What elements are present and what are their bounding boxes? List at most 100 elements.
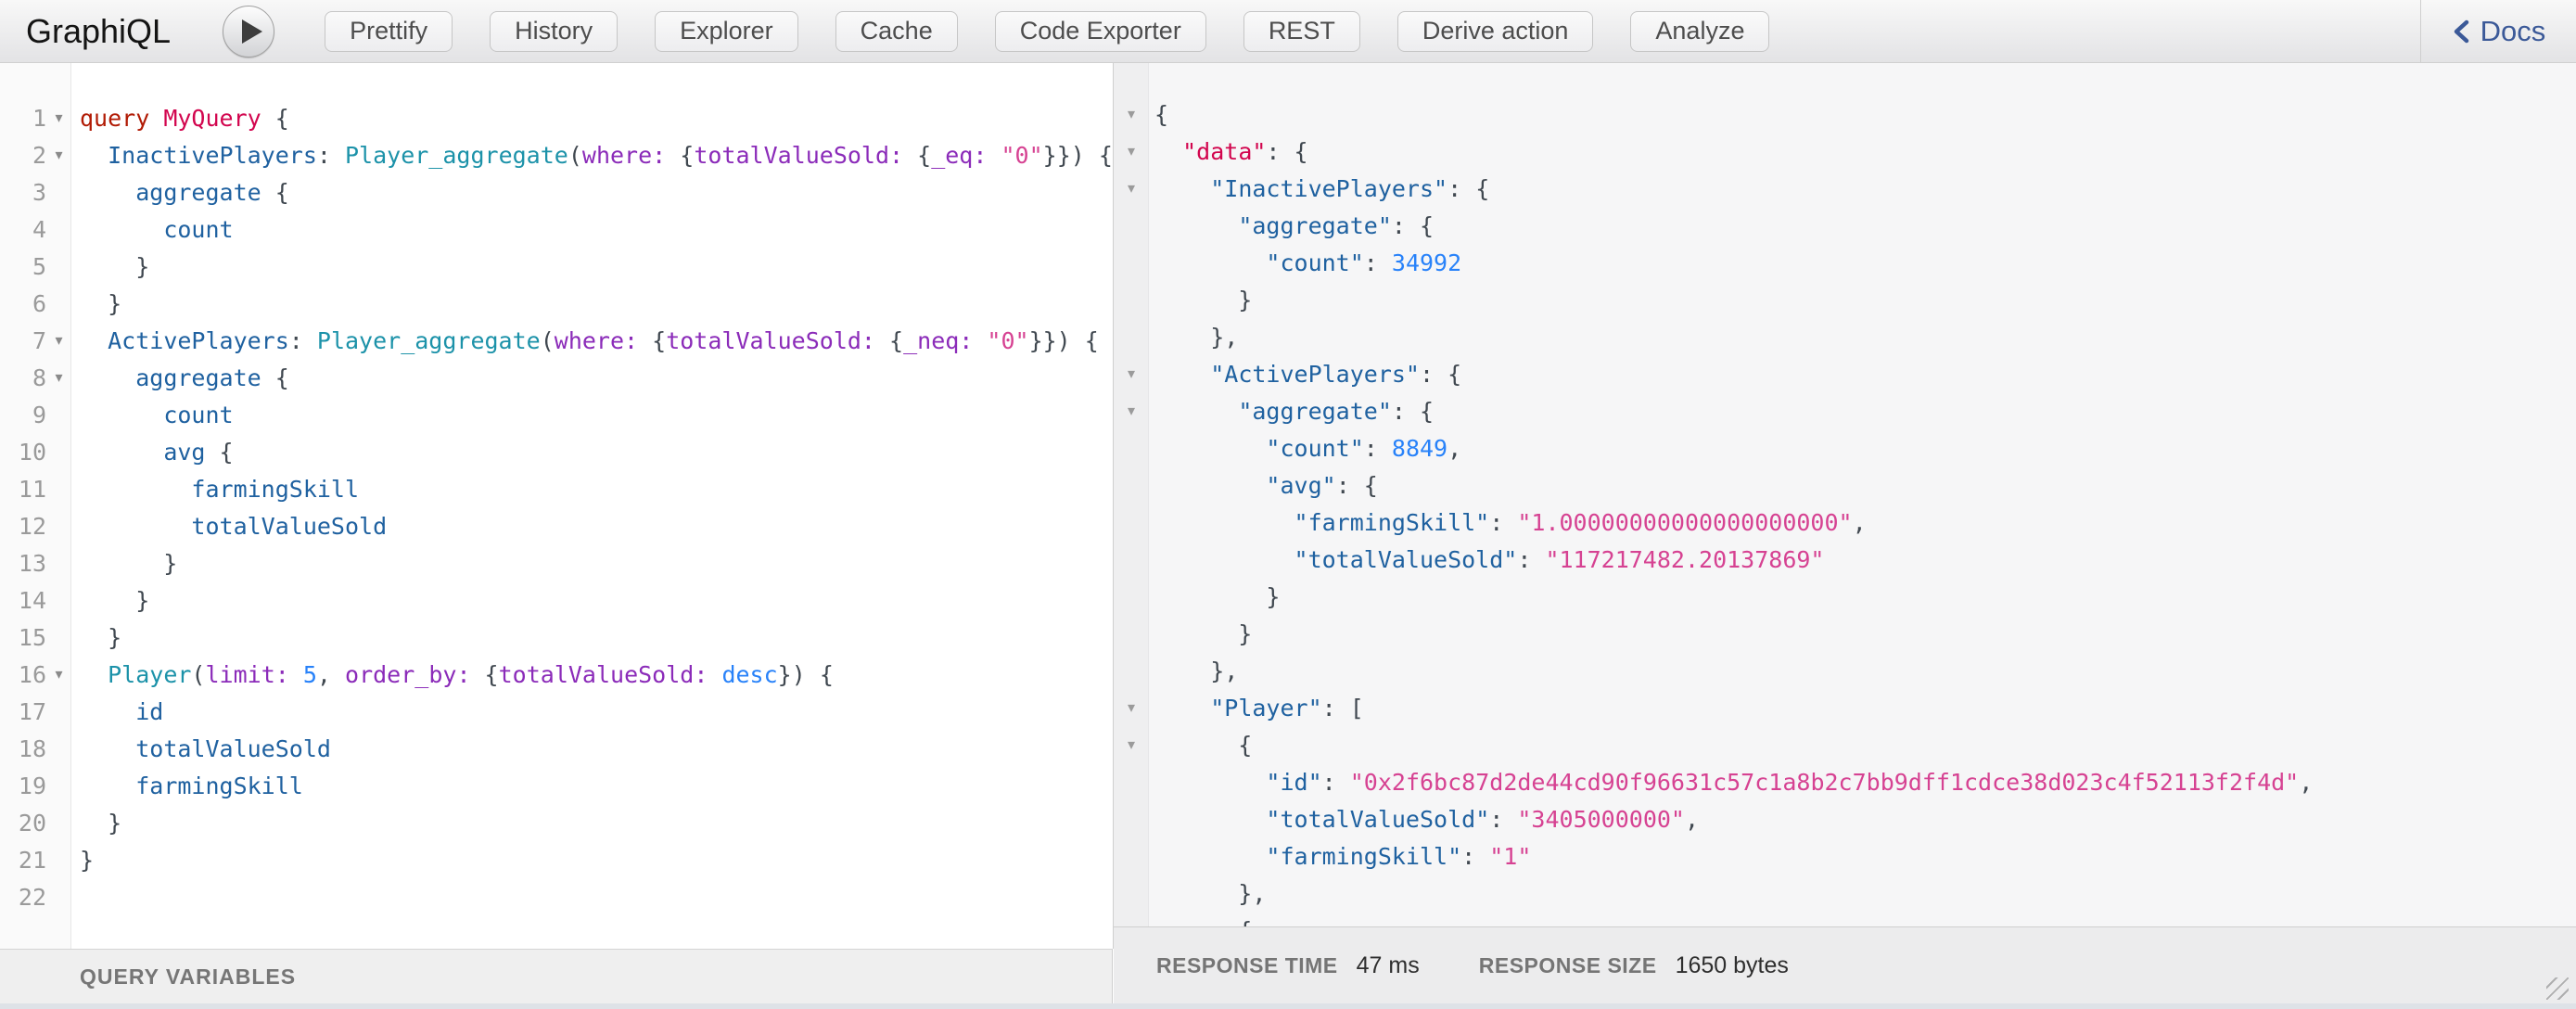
toolbar-button-cache[interactable]: Cache [835,11,958,52]
fold-gutter-cell [1114,504,1149,542]
code-token: limit: [205,661,288,688]
toolbar: GraphiQL PrettifyHistoryExplorerCacheCod… [0,0,2576,63]
fold-arrow-icon[interactable]: ▾ [1114,356,1149,393]
fold-arrow-icon[interactable]: ▾ [46,657,71,694]
code-token [80,364,135,391]
response-status-bar: RESPONSE TIME 47 ms RESPONSE SIZE 1650 b… [1114,926,2576,1003]
response-code: "ActivePlayers": { [1149,356,1461,393]
code-token [1154,509,1294,536]
response-code: }, [1149,319,1238,356]
query-code: ActivePlayers: Player_aggregate(where: {… [71,323,1099,360]
response-line: ▾ "aggregate": { [1114,393,2576,430]
code-token: count [163,216,233,243]
toolbar-button-explorer[interactable]: Explorer [655,11,798,52]
code-token [80,179,135,206]
docs-toggle[interactable]: Docs [2420,0,2576,63]
fold-arrow-icon[interactable]: ▾ [1114,393,1149,430]
fold-arrow-icon[interactable]: ▾ [46,360,71,397]
toolbar-button-rest[interactable]: REST [1243,11,1360,52]
fold-gutter-cell [46,508,71,545]
fold-arrow-icon[interactable]: ▾ [1114,96,1149,134]
code-token: Player [108,661,191,688]
query-line: 11 farmingSkill [0,471,1114,508]
response-line: ▾ { [1114,913,2576,926]
code-token: : { [1266,138,1307,165]
query-line: 13 } [0,545,1114,582]
line-number: 1 [0,100,46,137]
fold-gutter-cell [46,619,71,657]
toolbar-button-prettify[interactable]: Prettify [325,11,453,52]
fold-arrow-icon[interactable]: ▾ [1114,134,1149,171]
fold-arrow-icon[interactable]: ▾ [1114,913,1149,926]
response-code: "count": 8849, [1149,430,1461,467]
response-viewer[interactable]: ▾{▾ "data": {▾ "InactivePlayers": { "agg… [1114,63,2576,926]
response-line: ▾ { [1114,727,2576,764]
chevron-left-icon [2452,19,2470,45]
query-line: 18 totalValueSold [0,731,1114,768]
resize-grip-icon[interactable] [2546,977,2569,1000]
code-token [1154,175,1210,202]
query-line: 10 avg { [0,434,1114,471]
code-token: }, [1154,658,1238,684]
code-token [708,661,721,688]
fold-gutter-cell [1114,616,1149,653]
code-token: totalValueSold [191,513,387,540]
response-line: }, [1114,653,2576,690]
code-token [1154,843,1266,870]
line-number: 5 [0,249,46,286]
response-line: ▾ "InactivePlayers": { [1114,171,2576,208]
code-token: 34992 [1392,249,1461,276]
fold-gutter-cell [46,545,71,582]
code-token: { [261,179,289,206]
fold-arrow-icon[interactable]: ▾ [1114,727,1149,764]
code-token: } [80,810,121,837]
code-token: }) { [778,661,834,688]
response-code: } [1149,282,1252,319]
fold-gutter-cell [1114,579,1149,616]
fold-arrow-icon[interactable]: ▾ [46,137,71,174]
code-token: { [261,364,289,391]
query-line: 15 } [0,619,1114,657]
query-variables-bar[interactable]: QUERY VARIABLES [0,949,1113,1003]
query-variables-title: QUERY VARIABLES [80,964,296,990]
code-token [80,327,108,354]
fold-gutter-cell [46,842,71,879]
toolbar-button-code-exporter[interactable]: Code Exporter [995,11,1206,52]
code-token: totalValueSold: [694,142,903,169]
code-token: ( [541,327,555,354]
response-line: "totalValueSold": "3405000000", [1114,801,2576,838]
fold-arrow-icon[interactable]: ▾ [46,323,71,360]
response-line: ▾ "ActivePlayers": { [1114,356,2576,393]
code-token: "aggregate" [1238,212,1392,239]
fold-arrow-icon[interactable]: ▾ [46,100,71,137]
toolbar-button-analyze[interactable]: Analyze [1630,11,1769,52]
code-token: : [1489,806,1517,833]
toolbar-button-history[interactable]: History [490,11,618,52]
code-token: }}) { [1043,142,1113,169]
code-token: } [1154,583,1280,610]
fold-arrow-icon[interactable]: ▾ [1114,171,1149,208]
code-token: aggregate [135,179,261,206]
query-line: 12 totalValueSold [0,508,1114,545]
fold-gutter-cell [1114,467,1149,504]
response-line: ▾{ [1114,96,2576,134]
query-code: totalValueSold [71,508,387,545]
toolbar-button-derive-action[interactable]: Derive action [1397,11,1594,52]
code-token [1154,435,1266,462]
line-number: 20 [0,805,46,842]
code-token: Player_aggregate [317,327,541,354]
fold-arrow-icon[interactable]: ▾ [1114,690,1149,727]
code-token [80,402,163,428]
code-token [80,476,191,503]
fold-gutter-cell [46,879,71,916]
fold-gutter-cell [46,286,71,323]
fold-gutter-cell [46,768,71,805]
response-code: }, [1149,653,1238,690]
execute-button[interactable] [223,6,274,57]
query-editor[interactable]: 1▾query MyQuery {2▾ InactivePlayers: Pla… [0,63,1114,949]
code-token: order_by: [345,661,470,688]
code-token: } [80,550,177,577]
code-token: { [1154,917,1252,926]
response-code: "farmingSkill": "1.00000000000000000000"… [1149,504,1867,542]
code-token: "3405000000" [1517,806,1685,833]
